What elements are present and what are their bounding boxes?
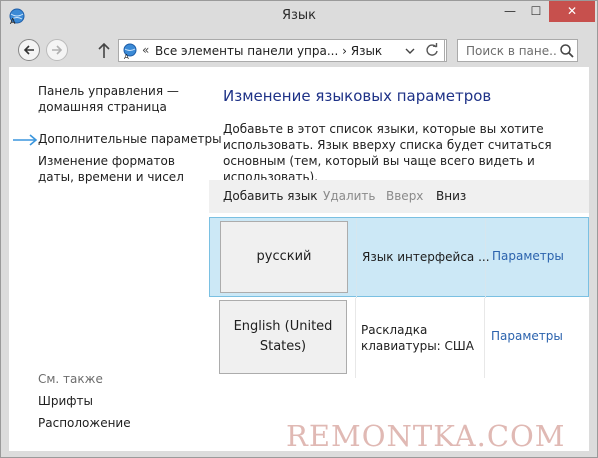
language-info: Язык интерфейса ... bbox=[362, 250, 490, 264]
move-down-button[interactable]: Вниз bbox=[436, 189, 466, 203]
change-date-formats-link[interactable]: Изменение форматов даты, времени и чисел bbox=[38, 153, 188, 185]
language-options-link[interactable]: Параметры bbox=[491, 329, 563, 343]
language-info: Раскладка клавиатуры: США bbox=[361, 323, 474, 353]
back-button[interactable] bbox=[18, 39, 40, 61]
language-window: A Язык — ☐ ✕ A « Все элементы панели упр… bbox=[0, 0, 598, 458]
arrow-right-icon bbox=[52, 45, 63, 55]
search-input[interactable] bbox=[458, 40, 558, 61]
control-panel-home-link[interactable]: Панель управления — домашняя страница bbox=[38, 83, 188, 115]
language-row[interactable]: English (United States) Раскладка клавиа… bbox=[209, 298, 589, 378]
maximize-button[interactable]: ☐ bbox=[523, 1, 549, 22]
language-toolbar: Добавить язык Удалить Вверх Вниз bbox=[209, 180, 589, 213]
close-button[interactable]: ✕ bbox=[549, 1, 595, 22]
remove-language-button[interactable]: Удалить bbox=[323, 189, 376, 203]
address-toolbar: A « Все элементы панели упра... › Язык bbox=[1, 31, 597, 67]
up-arrow-icon[interactable] bbox=[95, 40, 113, 60]
advanced-settings-link[interactable]: Дополнительные параметры bbox=[38, 131, 222, 147]
title-bar: A Язык — ☐ ✕ bbox=[1, 1, 597, 31]
location-link[interactable]: Расположение bbox=[38, 415, 131, 431]
chevron-down-icon[interactable] bbox=[399, 39, 421, 62]
search-box[interactable] bbox=[457, 39, 578, 62]
control-panel-icon: A bbox=[123, 43, 137, 60]
language-row-selected[interactable]: русский Язык интерфейса ... Параметры bbox=[209, 217, 589, 298]
breadcrumb-overflow-icon[interactable]: « bbox=[142, 43, 149, 57]
forward-button[interactable] bbox=[46, 39, 68, 61]
move-up-button[interactable]: Вверх bbox=[386, 189, 423, 203]
language-name-button[interactable]: English (United States) bbox=[219, 300, 347, 374]
column-divider bbox=[484, 298, 485, 378]
refresh-button[interactable] bbox=[421, 39, 445, 62]
column-divider bbox=[485, 218, 486, 298]
add-language-button[interactable]: Добавить язык bbox=[223, 189, 318, 203]
breadcrumb[interactable]: Все элементы панели упра... › Язык bbox=[155, 44, 382, 58]
watermark: REMONTKA.COM bbox=[286, 419, 566, 453]
search-icon[interactable] bbox=[559, 43, 575, 59]
fonts-link[interactable]: Шрифты bbox=[38, 393, 93, 409]
language-name-button[interactable]: русский bbox=[220, 221, 348, 293]
svg-text:A: A bbox=[124, 53, 129, 60]
see-also-label: См. также bbox=[38, 372, 103, 386]
page-title: Изменение языковых параметров bbox=[223, 87, 492, 105]
refresh-icon bbox=[426, 43, 438, 56]
arrow-left-icon bbox=[23, 45, 34, 55]
arrow-right-icon bbox=[13, 134, 38, 146]
minimize-button[interactable]: — bbox=[497, 1, 523, 22]
language-options-link[interactable]: Параметры bbox=[492, 249, 564, 263]
content-area: Панель управления — домашняя страница До… bbox=[9, 67, 589, 451]
page-description: Добавьте в этот список языки, которые вы… bbox=[223, 122, 552, 184]
column-divider bbox=[355, 298, 356, 378]
column-divider bbox=[356, 218, 357, 298]
address-box[interactable]: A « Все элементы панели упра... › Язык bbox=[118, 39, 447, 62]
